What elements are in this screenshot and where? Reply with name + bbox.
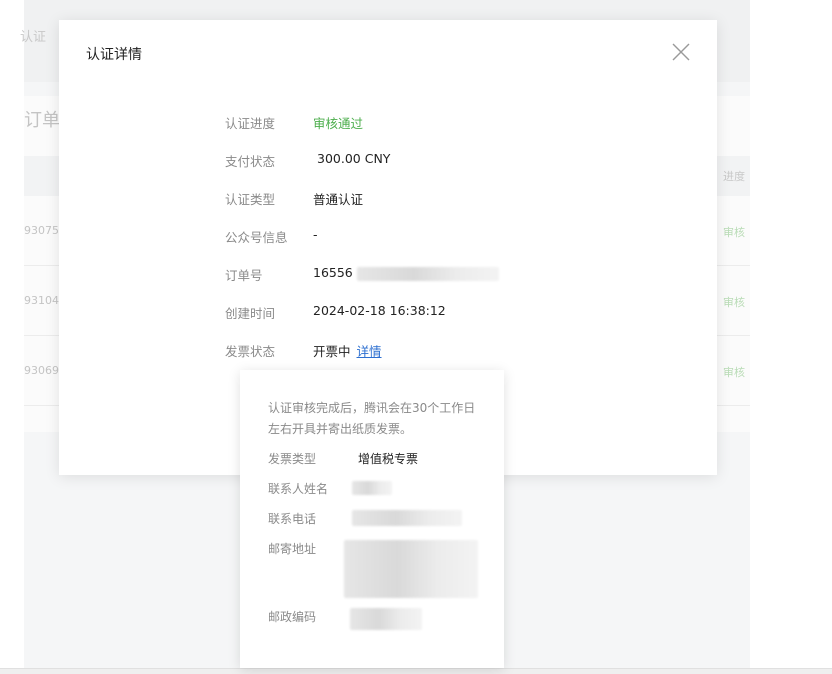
close-icon[interactable] [671, 42, 691, 62]
contact-name-value [352, 480, 392, 495]
dialog-title: 认证详情 [86, 47, 142, 63]
order-id: 93104 [24, 294, 59, 307]
contact-name-label: 联系人姓名 [268, 482, 329, 496]
background-header-text: 认证 [20, 30, 47, 45]
order-status: 审核 [723, 296, 745, 309]
progress-label: 认证进度 [225, 116, 276, 131]
invoice-type-value: 增值税专票 [358, 452, 419, 466]
order-id: 93069 [24, 364, 59, 377]
invoice-status-text: 开票中 [313, 344, 351, 359]
order-status: 审核 [723, 366, 745, 379]
order-no-value: 16556 [313, 265, 499, 281]
mail-address-value [344, 540, 478, 598]
postal-code-value [350, 608, 422, 630]
payment-value: 300.00 CNY [317, 151, 391, 166]
created-time-value: 2024-02-18 16:38:12 [313, 303, 446, 318]
type-value: 普通认证 [313, 192, 364, 207]
bottom-divider [0, 668, 832, 674]
invoice-type-label: 发票类型 [268, 452, 317, 466]
created-time-label: 创建时间 [225, 306, 276, 321]
postal-code-label: 邮政编码 [268, 610, 317, 624]
order-no-prefix: 16556 [313, 265, 353, 280]
progress-value: 审核通过 [313, 116, 364, 131]
contact-phone-value [352, 510, 462, 526]
type-label: 认证类型 [225, 192, 276, 207]
redacted-mail-address [344, 540, 478, 598]
invoice-notice: 认证审核完成后，腾讯会在30个工作日左右开具并寄出纸质发票。 [268, 401, 476, 436]
order-status: 审核 [723, 226, 745, 239]
payment-label: 支付状态 [225, 154, 276, 169]
invoice-status-value: 开票中 详情 [313, 341, 382, 360]
account-info-label: 公众号信息 [225, 230, 288, 245]
redacted-contact-phone [352, 510, 462, 526]
order-id: 93075 [24, 224, 59, 237]
account-info-value: - [313, 227, 318, 242]
contact-phone-label: 联系电话 [268, 512, 317, 526]
invoice-detail-link[interactable]: 详情 [357, 344, 382, 359]
background-section-title: 订单 [24, 110, 60, 131]
redacted-order-no [356, 266, 499, 281]
redacted-contact-name [352, 480, 392, 495]
mail-address-label: 邮寄地址 [268, 542, 317, 556]
order-no-label: 订单号 [225, 268, 263, 283]
invoice-status-label: 发票状态 [225, 344, 276, 359]
invoice-detail-popover: 认证审核完成后，腾讯会在30个工作日左右开具并寄出纸质发票。 发票类型 增值税专… [240, 370, 504, 668]
background-column-progress: 进度 [723, 170, 745, 183]
redacted-postal-code [350, 608, 422, 630]
